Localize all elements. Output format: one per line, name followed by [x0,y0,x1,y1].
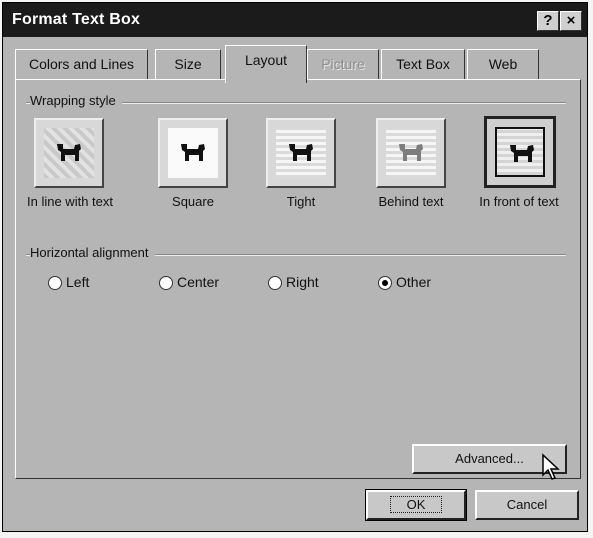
wrap-in-line-label: In line with text [27,194,113,209]
align-other-radio[interactable] [378,276,392,290]
horizontal-alignment-label: Horizontal alignment [30,245,155,260]
wrap-square-option[interactable] [158,118,228,188]
dog-silhouette-icon [57,144,81,161]
close-button[interactable]: × [560,11,582,31]
align-left-label[interactable]: Left [66,274,89,290]
layout-tab-panel: Wrapping style In line with text Square … [15,79,581,479]
align-center-radio[interactable] [159,276,173,290]
wrap-square-label: Square [172,194,214,209]
wrap-behind-text-preview [386,128,436,178]
align-left-radio[interactable] [48,276,62,290]
wrap-in-front-preview [495,127,545,177]
align-other-label[interactable]: Other [396,274,431,290]
wrap-tight-preview [276,128,326,178]
ok-button-label: OK [389,496,443,513]
dog-silhouette-icon [181,144,205,161]
wrap-square-preview [168,128,218,178]
tab-text-box[interactable]: Text Box [381,49,465,79]
wrap-in-front-label: In front of text [479,194,559,209]
wrap-tight-label: Tight [286,194,316,209]
wrap-behind-text-label: Behind text [378,194,444,209]
align-right-label[interactable]: Right [286,274,319,290]
cancel-button[interactable]: Cancel [475,490,579,520]
format-text-box-dialog: Format Text Box ? × Colors and Lines Siz… [2,2,588,532]
ok-button[interactable]: OK [365,489,467,521]
dog-silhouette-icon [289,144,313,161]
mouse-pointer-icon [542,453,560,480]
tab-colors-and-lines[interactable]: Colors and Lines [15,49,148,79]
wrap-in-line-preview [44,128,94,178]
tab-layout[interactable]: Layout [225,45,307,83]
tab-web[interactable]: Web [467,49,539,79]
wrap-tight-option[interactable] [266,118,336,188]
align-center-label[interactable]: Center [177,274,219,290]
tab-size[interactable]: Size [155,49,221,79]
tab-picture[interactable]: Picture [307,49,379,79]
help-button[interactable]: ? [537,11,559,31]
title-bar[interactable]: Format Text Box ? × [3,3,587,37]
dog-silhouette-icon [510,145,534,162]
wrapping-style-label: Wrapping style [30,93,122,108]
align-right-radio[interactable] [268,276,282,290]
window-title: Format Text Box [12,11,141,28]
wrap-in-front-option[interactable] [484,116,556,188]
wrap-in-line-option[interactable] [34,118,104,188]
wrap-behind-text-option[interactable] [376,118,446,188]
dog-silhouette-icon [399,144,423,161]
